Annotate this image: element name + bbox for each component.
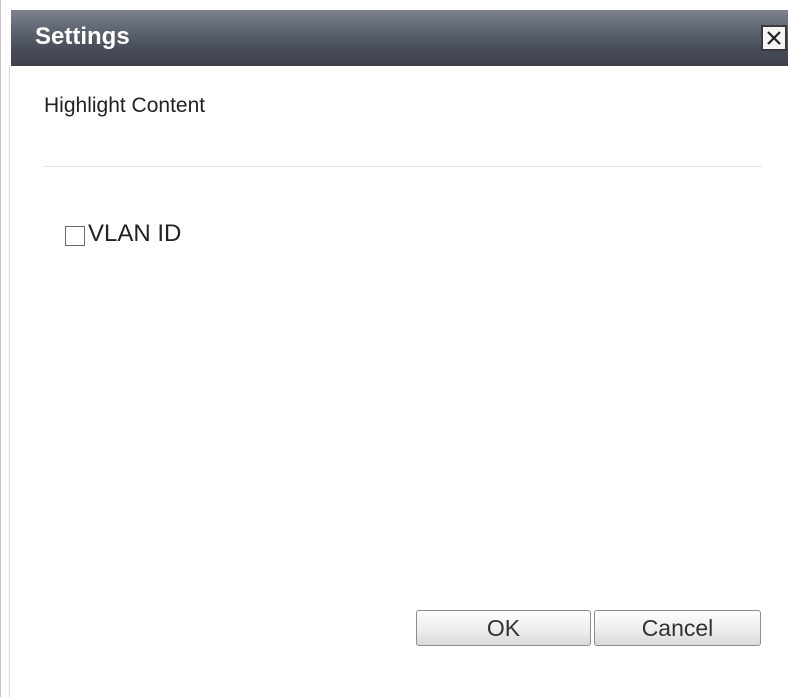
settings-dialog: Settings Highlight Content VLAN ID OK Ca… — [0, 0, 788, 697]
ok-button[interactable]: OK — [416, 610, 591, 646]
dialog-title: Settings — [35, 23, 130, 50]
vlan-id-checkbox[interactable] — [65, 226, 85, 246]
vlan-id-option[interactable]: VLAN ID — [65, 214, 181, 248]
vlan-id-label: VLAN ID — [88, 220, 182, 247]
dialog-left-edge — [1, 0, 11, 697]
section-title: Highlight Content — [44, 94, 206, 117]
section-divider — [44, 166, 762, 167]
dialog-titlebar[interactable]: Settings — [11, 10, 788, 66]
cancel-button[interactable]: Cancel — [594, 610, 761, 646]
close-button[interactable] — [761, 25, 787, 51]
